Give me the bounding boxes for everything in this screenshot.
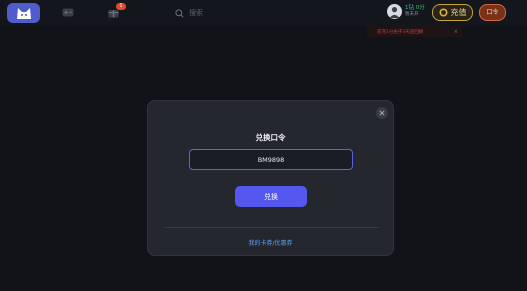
recharge-button[interactable]: 充值 [432, 4, 473, 21]
recharge-label: 充值 [450, 8, 467, 17]
cat-logo-icon [16, 8, 31, 19]
close-button[interactable] [376, 107, 388, 119]
notification-badge: 1 [116, 3, 126, 10]
notice-close-button[interactable]: × [454, 29, 458, 35]
search-box[interactable]: 搜索 [175, 6, 255, 20]
code-input[interactable] [189, 149, 353, 170]
divider [164, 227, 379, 228]
search-icon [175, 8, 184, 18]
avatar[interactable] [387, 4, 402, 19]
code-button[interactable]: 口令 [479, 4, 506, 21]
home-logo-button[interactable] [7, 3, 40, 23]
user-coins: 1钻 0分 [405, 5, 425, 11]
redeem-code-dialog: 兑换口令 兑换 我的卡券/优惠券 [147, 100, 394, 256]
my-coupons-link[interactable]: 我的卡券/优惠券 [148, 238, 393, 247]
dialog-title: 兑换口令 [255, 133, 286, 142]
top-bar: 1 搜索 1钻 0分 暂未开 充值 口令 [0, 0, 527, 26]
notice-bar: 首充1分由子3天后回顾 × [367, 26, 462, 37]
game-nav-button[interactable] [62, 7, 74, 18]
coin-icon [439, 8, 447, 17]
close-icon [379, 110, 385, 116]
app-page: 1 搜索 1钻 0分 暂未开 充值 口令 首充1分由子3天后回顾 × 兑换口令 … [0, 0, 527, 291]
user-status: 暂未开 [405, 12, 419, 17]
redeem-button[interactable]: 兑换 [235, 186, 307, 207]
user-icon [389, 7, 400, 18]
gamepad-icon [62, 8, 74, 17]
user-info: 1钻 0分 暂未开 [405, 5, 425, 18]
search-placeholder: 搜索 [189, 9, 203, 17]
notice-text: 首充1分由子3天后回顾 [377, 29, 424, 35]
